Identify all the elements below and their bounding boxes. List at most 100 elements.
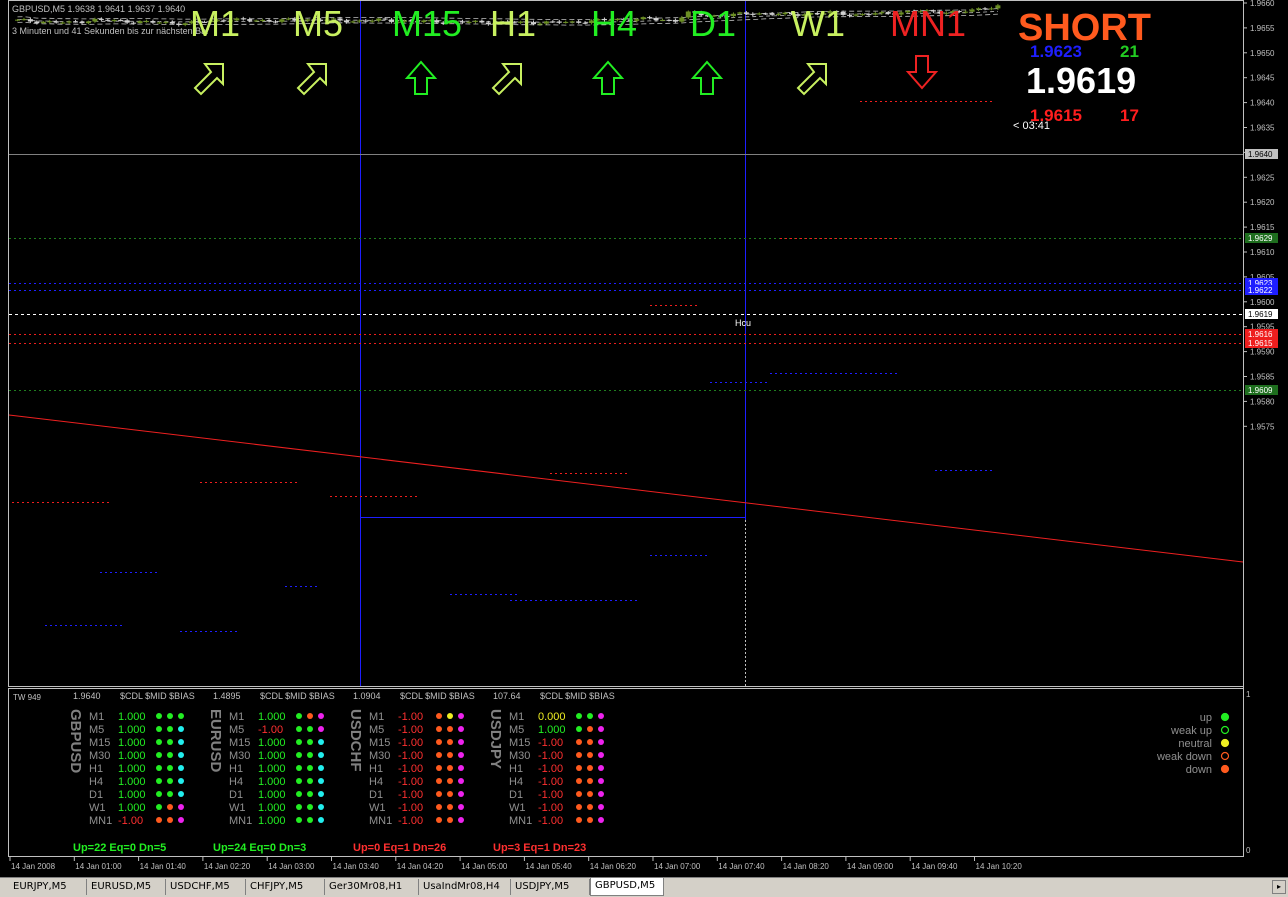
status-dot — [576, 752, 582, 758]
price-tag-label: 1.9619 — [1248, 310, 1273, 319]
candle-body — [144, 21, 149, 23]
candle-body — [350, 21, 356, 23]
price-axis-label: 1.9590 — [1250, 348, 1275, 357]
chart-tab-eurusd-m5[interactable]: EURUSD,M5 — [87, 879, 166, 895]
chart-overlays: Hcu — [8, 318, 1244, 563]
row-timeframe: MN1 — [509, 815, 532, 827]
price-axis-label: 1.9580 — [1250, 397, 1275, 406]
status-dot — [178, 752, 184, 758]
status-dot — [576, 817, 582, 823]
timeframe-label-d1: D1 — [690, 3, 736, 44]
tab-scroll-right-icon[interactable]: ▸ — [1272, 880, 1286, 894]
chart-tab-usdjpy-m5[interactable]: USDJPY,M5 — [511, 879, 590, 895]
status-dot — [296, 817, 302, 823]
candle-body — [92, 18, 98, 22]
row-timeframe: M30 — [89, 750, 110, 762]
legend-label: up — [1200, 712, 1212, 724]
row-value: 1.000 — [258, 711, 286, 723]
time-axis-label: 14 Jan 10:20 — [976, 862, 1023, 871]
row-value: 1.000 — [118, 711, 146, 723]
time-axis-label: 14 Jan 05:40 — [525, 862, 572, 871]
candle-body — [34, 21, 40, 24]
candle-body — [859, 14, 865, 16]
row-value: -1.00 — [398, 737, 423, 749]
candle-body — [285, 18, 291, 20]
pair-columns-header: $CDL $MID $BIAS — [400, 691, 475, 701]
arrow-up-right-icon — [193, 63, 224, 96]
pair-price: 1.4895 — [213, 691, 241, 701]
status-dot — [436, 817, 442, 823]
chart-tab-usaindmr08-h4[interactable]: UsaIndMr08,H4 — [419, 879, 511, 895]
status-dot — [587, 778, 593, 784]
arrow-up-icon — [404, 60, 438, 95]
price-tag-label: 1.9622 — [1248, 286, 1273, 295]
row-timeframe: M1 — [509, 711, 524, 723]
price-tag-label: 1.9640 — [1248, 150, 1273, 159]
row-value: -1.00 — [398, 711, 423, 723]
candle-body — [156, 22, 162, 24]
time-axis-label: 14 Jan 03:40 — [333, 862, 380, 871]
pair-price: 1.9640 — [73, 691, 101, 701]
candle-body — [853, 14, 859, 16]
row-value: 1.000 — [258, 815, 286, 827]
candle-body — [969, 9, 975, 12]
trend-line — [8, 414, 1244, 563]
pair-summary: Up=3 Eq=1 Dn=23 — [493, 842, 586, 854]
pair-summary: Up=24 Eq=0 Dn=3 — [213, 842, 306, 854]
status-dot — [318, 726, 324, 732]
status-dot — [296, 752, 302, 758]
status-dot — [307, 778, 313, 784]
status-dot — [587, 765, 593, 771]
price-axis-label: 1.9600 — [1250, 298, 1275, 307]
row-value: -1.00 — [538, 763, 563, 775]
chart-tab-usdchf-m5[interactable]: USDCHF,M5 — [166, 879, 246, 895]
candle-body — [976, 8, 982, 10]
row-timeframe: M30 — [369, 750, 390, 762]
arrow-up-icon — [591, 60, 625, 95]
status-dot — [318, 817, 324, 823]
row-timeframe: W1 — [89, 802, 106, 814]
candle-body — [750, 13, 756, 15]
row-value: -1.00 — [398, 815, 423, 827]
status-dot — [587, 791, 593, 797]
candle-body — [782, 12, 788, 15]
chart-tab-gbpusd-m5[interactable]: GBPUSD,M5 — [590, 878, 664, 896]
row-value: 0.000 — [538, 711, 566, 723]
status-dot — [598, 765, 604, 771]
row-timeframe: H4 — [369, 776, 383, 788]
candle-body — [253, 20, 259, 22]
candle-body — [111, 19, 117, 21]
timeframe-label-m5: M5 — [293, 3, 343, 44]
candle-body — [576, 21, 582, 23]
candle-body — [769, 13, 775, 15]
pair-columns-header: $CDL $MID $BIAS — [540, 691, 615, 701]
chart-tab-eurjpy-m5[interactable]: EURJPY,M5 — [9, 879, 87, 895]
chart-tab-chfjpy-m5[interactable]: CHFJPY,M5 — [246, 879, 325, 895]
row-value: 1.000 — [118, 802, 146, 814]
row-timeframe: M15 — [89, 737, 110, 749]
candle-body — [273, 21, 278, 23]
status-dot — [598, 817, 604, 823]
ask-price: 1.9623 — [1030, 42, 1082, 61]
status-dot — [598, 778, 604, 784]
candle-body — [563, 21, 569, 23]
price-axis-label: 1.9655 — [1250, 24, 1275, 33]
row-value: 1.000 — [118, 763, 146, 775]
row-value: 1.000 — [118, 737, 146, 749]
candle-body — [176, 23, 182, 25]
bid-spread: 17 — [1120, 106, 1139, 125]
row-timeframe: MN1 — [89, 815, 112, 827]
row-value: 1.000 — [118, 724, 146, 736]
candle-body — [131, 22, 137, 24]
status-dot — [587, 804, 593, 810]
status-dot — [587, 726, 593, 732]
candle-body — [363, 20, 369, 22]
candle-body — [356, 20, 362, 22]
price-chart-canvas[interactable]: Hcu GBPUSD,M5 1.9638 1.9641 1.9637 1.964… — [0, 0, 1288, 896]
chart-tab-ger30mr08-h1[interactable]: Ger30Mr08,H1 — [325, 879, 419, 895]
price-tag-label: 1.9616 — [1248, 330, 1273, 339]
price-axis-label: 1.9620 — [1250, 198, 1275, 207]
candle-body — [266, 20, 272, 22]
timeframe-label-m15: M15 — [392, 3, 462, 44]
pair-symbol-vertical: GBPUSD — [67, 709, 84, 773]
